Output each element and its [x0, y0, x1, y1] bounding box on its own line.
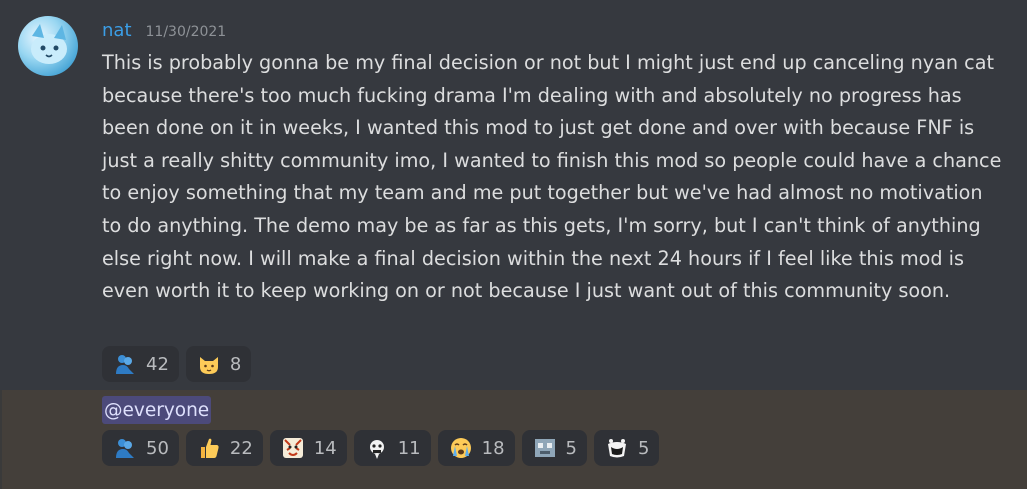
followup-reactions-bar: 50 22 14 11 18 5 5	[102, 430, 660, 466]
message-text: This is probably gonna be my final decis…	[102, 51, 1002, 303]
cat-face-icon	[197, 352, 221, 376]
thumbs-up-icon	[197, 436, 221, 460]
reaction-count: 50	[146, 437, 169, 459]
avatar[interactable]	[18, 16, 78, 76]
reaction-people-hug[interactable]: 42	[102, 346, 179, 382]
cat-mouth-icon	[605, 436, 629, 460]
pixel-face-icon	[533, 436, 557, 460]
reaction-thumbs-up[interactable]: 22	[185, 430, 263, 466]
reaction-count: 5	[637, 437, 650, 459]
reaction-count: 14	[313, 437, 337, 459]
reaction-count: 18	[481, 437, 505, 459]
reaction-count: 11	[397, 437, 421, 459]
tiger-face-icon	[281, 436, 305, 460]
reaction-count: 42	[146, 353, 169, 375]
timestamp: 11/30/2021	[145, 24, 227, 40]
username[interactable]: nat	[102, 20, 132, 41]
message-container: nat 11/30/2021 This is probably gonna be…	[0, 0, 1027, 390]
cartoon-face-icon	[365, 436, 389, 460]
message-header: nat 11/30/2021	[102, 20, 226, 44]
everyone-mention[interactable]: @everyone	[102, 396, 212, 424]
reaction-cartoon-face[interactable]: 11	[353, 430, 431, 466]
reaction-pixel-face[interactable]: 5	[521, 430, 587, 466]
reaction-crying-face[interactable]: 18	[437, 430, 515, 466]
reaction-tiger-face[interactable]: 14	[269, 430, 347, 466]
people-hug-icon	[113, 352, 137, 376]
reaction-count: 5	[565, 437, 577, 459]
reaction-cat-face[interactable]: 8	[185, 346, 252, 382]
reaction-people-hug[interactable]: 50	[102, 430, 179, 466]
people-hug-icon	[113, 436, 137, 460]
crying-face-icon	[449, 436, 473, 460]
reaction-count: 22	[229, 437, 253, 459]
reactions-bar: 42 8	[102, 346, 252, 382]
reaction-count: 8	[229, 353, 242, 375]
reaction-cat-mouth[interactable]: 5	[593, 430, 660, 466]
